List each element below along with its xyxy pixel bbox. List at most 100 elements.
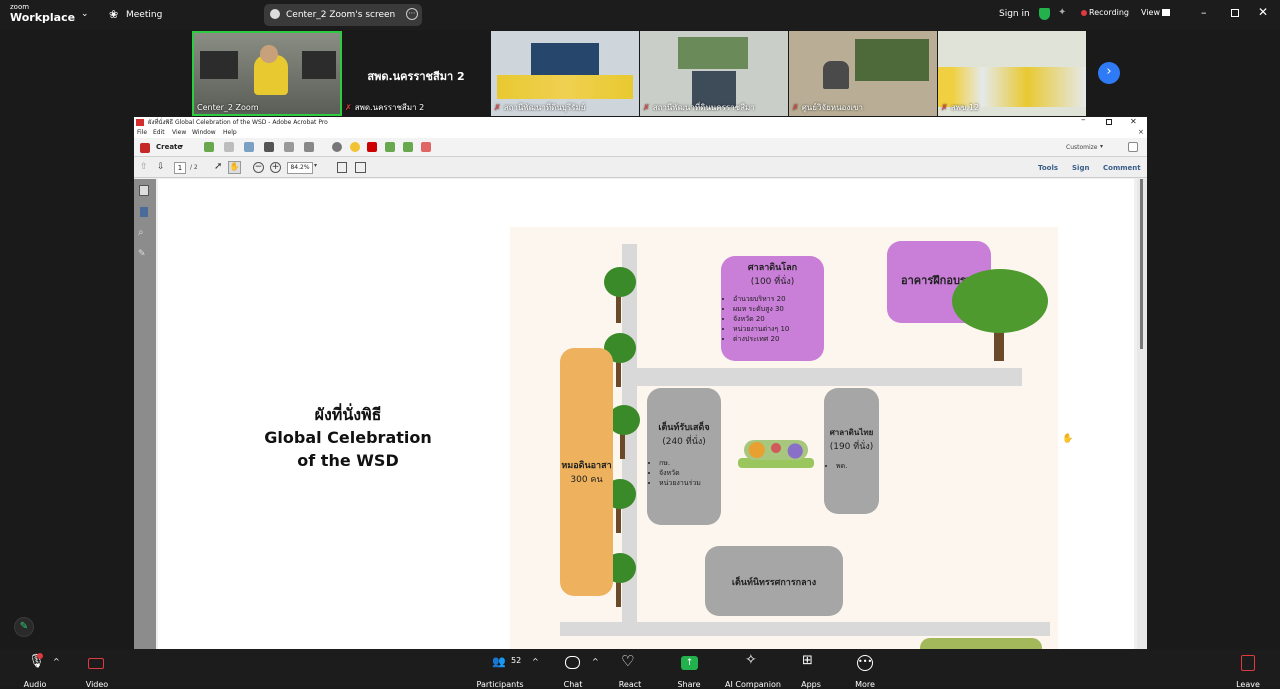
select-tool-icon[interactable]: ➚ [214, 161, 222, 172]
paw-icon: ❀ [109, 8, 119, 21]
video-tile[interactable]: ✗ ศูนย์วิจัยหนองเขา [789, 31, 937, 116]
create-button[interactable]: Create [156, 143, 182, 151]
screen-share-pill[interactable]: Center_2 Zoom's screen ⋯ [264, 4, 422, 26]
settings-icon[interactable] [332, 142, 342, 152]
menu-edit[interactable]: Edit [153, 129, 165, 136]
zoom-in-icon[interactable]: + [270, 162, 281, 173]
restore-icon[interactable] [1231, 9, 1239, 17]
green-zone [920, 638, 1042, 649]
pdf-icon[interactable] [421, 142, 431, 152]
heart-icon[interactable]: ♡ [621, 652, 634, 670]
participant-name: ✗ สพข.12 [941, 103, 980, 112]
page-thumbnails-icon[interactable] [139, 185, 149, 196]
menu-window[interactable]: Window [192, 129, 216, 136]
fit-page-icon[interactable] [337, 162, 347, 173]
create-icon [140, 143, 150, 153]
chat-label: Chat [563, 680, 583, 689]
save-icon[interactable] [224, 142, 234, 152]
apps-label: Apps [801, 680, 821, 689]
video-tile[interactable]: สพด.นครราชสีมา 2 ✗ สพด.นครราชสีมา 2 [342, 31, 490, 116]
video-tile[interactable]: Center_2 Zoom [192, 31, 342, 116]
attachment-icon[interactable]: ⌕ [138, 227, 144, 238]
hand-tool-icon[interactable]: ✋ [228, 161, 241, 174]
chevron-down-icon[interactable]: ▾ [180, 143, 183, 150]
comment-link[interactable]: Comment [1103, 164, 1141, 172]
sign-link[interactable]: Sign [1072, 164, 1089, 172]
chevron-up-icon[interactable]: ^ [592, 657, 599, 666]
gallery-next-button[interactable]: › [1098, 62, 1120, 84]
close-icon[interactable]: ✕ [1258, 5, 1268, 19]
chevron-up-icon[interactable]: ^ [53, 657, 60, 666]
participant-name: Center_2 Zoom [197, 103, 259, 112]
chat-icon[interactable] [565, 656, 580, 669]
participants-icon[interactable]: 👥 [492, 655, 506, 668]
big-tree-icon [952, 269, 1048, 361]
pdf-document-area[interactable]: ผังที่นั่งพิธี Global Celebration of the… [158, 179, 1134, 649]
stamp-icon[interactable] [367, 142, 377, 152]
mute-indicator [37, 653, 43, 659]
chevron-up-icon[interactable]: ^ [532, 657, 539, 666]
avatar [270, 9, 280, 19]
chevron-down-icon[interactable]: ▾ [1100, 143, 1103, 150]
bookmark-icon[interactable] [140, 207, 148, 217]
sparkle-icon[interactable]: ✦ [1058, 7, 1066, 18]
page-number-input[interactable]: 1 [174, 162, 186, 174]
view-button[interactable]: View [1141, 8, 1160, 17]
previous-page-icon[interactable]: ⇧ [140, 162, 148, 172]
menu-help[interactable]: Help [223, 129, 237, 136]
scrollbar[interactable] [1137, 179, 1147, 649]
combine-icon[interactable] [403, 142, 413, 152]
cloud-icon[interactable] [244, 142, 254, 152]
chevron-down-icon[interactable]: ▾ [314, 162, 317, 169]
more-options-icon[interactable]: ⋯ [406, 8, 418, 20]
more-icon[interactable]: ••• [857, 655, 873, 671]
leave-icon[interactable] [1241, 655, 1255, 671]
video-tile[interactable]: ✗ สถานีพัฒนาที่ดินบุรีรัมย์ [491, 31, 639, 116]
share-screen-icon[interactable]: ↑ [681, 656, 698, 670]
seating-plan: ศาลาดินโลก (100 ที่นั่ง) อำนวยบริหาร 20 … [510, 227, 1058, 649]
chevron-down-icon[interactable]: ⌄ [81, 9, 89, 19]
annotate-icon[interactable]: ✎ [14, 617, 34, 637]
close-icon[interactable]: ✕ [1130, 117, 1137, 126]
zoom-out-icon[interactable]: − [253, 162, 264, 173]
page-title: ผังที่นั่งพิธี Global Celebration of the… [264, 405, 432, 470]
sign-in-link[interactable]: Sign in [999, 9, 1030, 19]
expand-icon[interactable] [1128, 142, 1138, 152]
export-icon[interactable] [385, 142, 395, 152]
menu-file[interactable]: File [137, 129, 147, 136]
zoom-level-select[interactable]: 84.2% [287, 162, 313, 174]
participants-label: Participants [476, 680, 524, 689]
minimize-icon[interactable]: – [1201, 6, 1207, 19]
acrobat-logo-icon [136, 119, 144, 126]
shield-icon[interactable] [1039, 8, 1050, 20]
road [560, 622, 1050, 636]
fit-width-icon[interactable] [355, 162, 366, 173]
signature-icon[interactable]: ✎ [138, 249, 146, 259]
meeting-label[interactable]: Meeting [126, 10, 162, 20]
recording-label[interactable]: Recording [1089, 8, 1129, 17]
main-toolbar: Create ▾ Customize ▾ [134, 138, 1147, 157]
restore-icon[interactable] [1106, 119, 1112, 125]
print-icon[interactable] [264, 142, 274, 152]
email-icon[interactable] [304, 142, 314, 152]
participant-name: ✗ สถานีพัฒนาที่ดินนครราชสีมา [643, 103, 755, 112]
ai-companion-icon[interactable]: ✧ [745, 652, 757, 668]
share-label: Share [677, 680, 701, 689]
customize-button[interactable]: Customize [1066, 144, 1098, 151]
minimize-icon[interactable]: – [1081, 117, 1086, 125]
tools-link[interactable]: Tools [1038, 164, 1058, 172]
open-icon[interactable] [204, 142, 214, 152]
ai-companion-label: AI Companion [725, 680, 781, 689]
close-doc-icon[interactable]: × [1138, 128, 1144, 136]
participant-name: ✗ ศูนย์วิจัยหนองเขา [792, 103, 863, 112]
edit-icon[interactable] [284, 142, 294, 152]
comment-icon[interactable] [350, 142, 360, 152]
road [622, 368, 1022, 386]
video-off-icon[interactable] [88, 658, 104, 669]
video-tile[interactable]: ✗ สพข.12 [938, 31, 1086, 116]
menu-view[interactable]: View [172, 129, 186, 136]
apps-icon[interactable]: ⊞ [802, 653, 813, 668]
video-label: Video [85, 680, 109, 689]
next-page-icon[interactable]: ⇩ [157, 162, 165, 172]
video-tile[interactable]: ✗ สถานีพัฒนาที่ดินนครราชสีมา [640, 31, 788, 116]
